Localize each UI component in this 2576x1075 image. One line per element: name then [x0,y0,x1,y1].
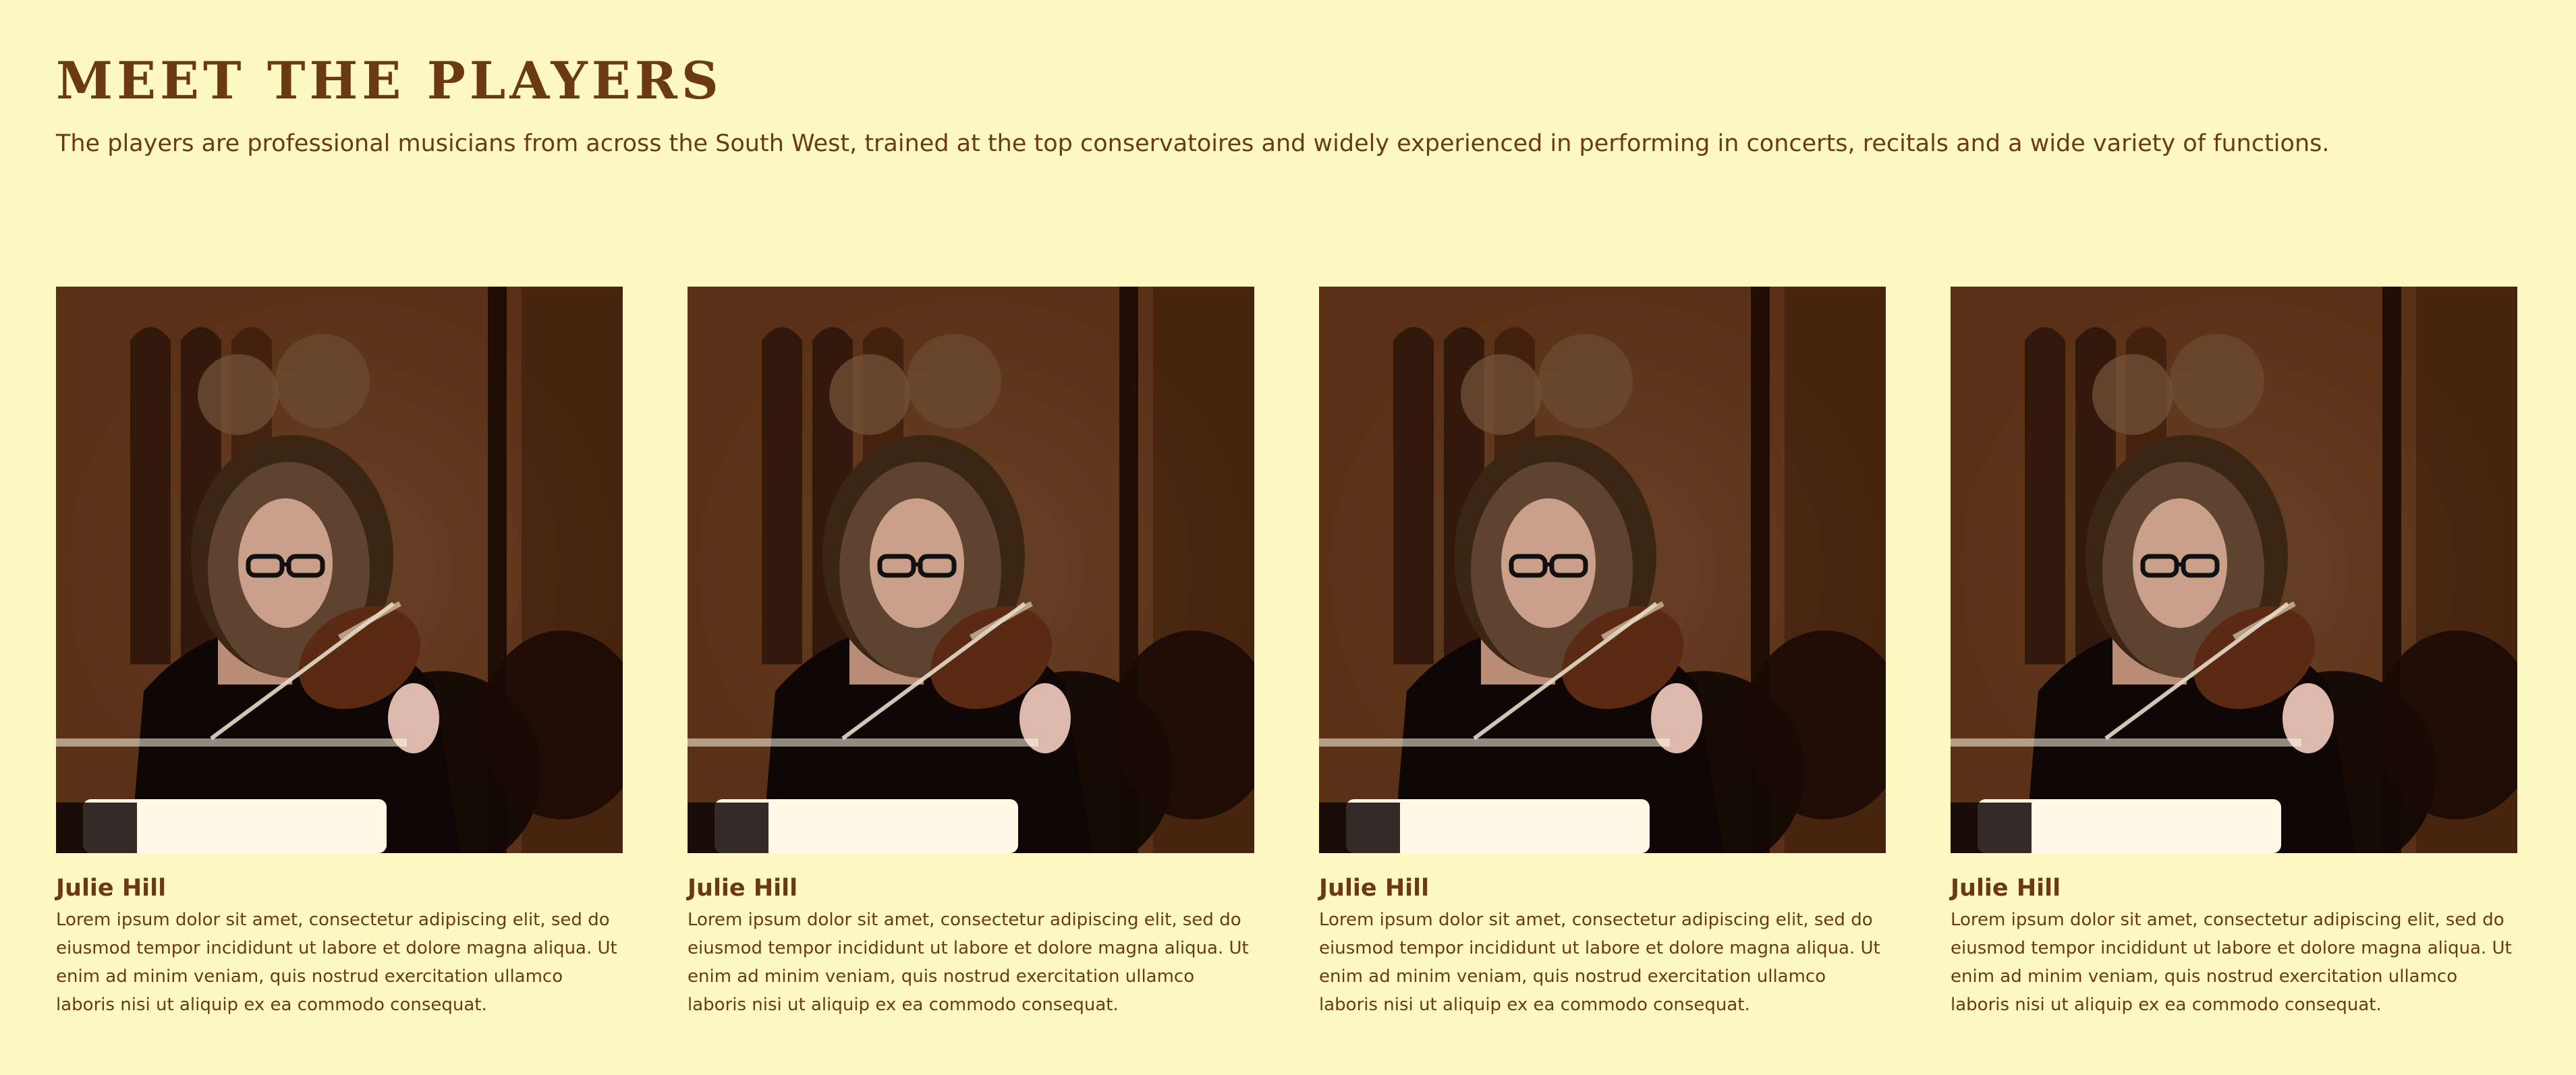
players-page: MEET THE PLAYERS The players are profess… [0,0,2576,1075]
player-bio: Lorem ipsum dolor sit amet, consectetur … [1951,910,2512,1015]
player-photo [1951,287,2517,853]
player-name: Julie Hill [1951,875,2061,902]
player-photo [688,287,1254,853]
player-card: Julie Hill Lorem ipsum dolor sit amet, c… [56,287,623,1019]
player-bio: Lorem ipsum dolor sit amet, consectetur … [1319,910,1880,1015]
intro-text: The players are professional musicians f… [56,130,2330,157]
player-name: Julie Hill [688,875,798,902]
page-title: MEET THE PLAYERS [56,51,723,111]
player-card: Julie Hill Lorem ipsum dolor sit amet, c… [688,287,1254,1019]
player-name: Julie Hill [1319,875,1430,902]
player-name: Julie Hill [56,875,167,902]
players-grid: Julie Hill Lorem ipsum dolor sit amet, c… [56,287,2517,1019]
player-bio: Lorem ipsum dolor sit amet, consectetur … [56,910,617,1015]
player-card: Julie Hill Lorem ipsum dolor sit amet, c… [1951,287,2517,1019]
player-photo [56,287,623,853]
player-card: Julie Hill Lorem ipsum dolor sit amet, c… [1319,287,1886,1019]
player-bio: Lorem ipsum dolor sit amet, consectetur … [688,910,1249,1015]
player-photo [1319,287,1886,853]
